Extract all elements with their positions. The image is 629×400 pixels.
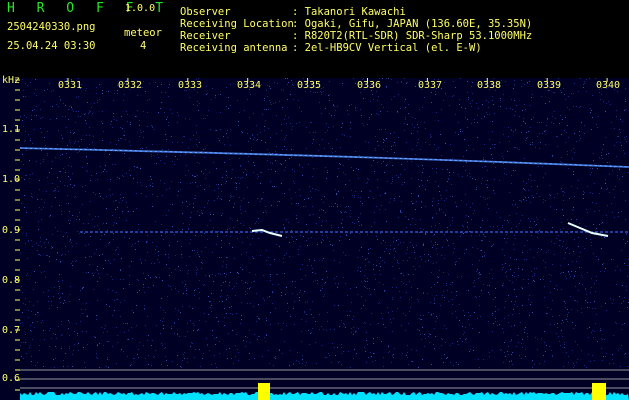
- info-value-receiver: : R820T2(RTL-SDR) SDR-Sharp 53.1000MHz: [292, 30, 533, 42]
- info-key-observer: Observer: [180, 6, 231, 18]
- x-tick-label: 0336: [357, 80, 382, 91]
- x-tick-label: 0339: [537, 80, 562, 91]
- x-tick-label: 0333: [178, 80, 203, 91]
- y-tick-label: 0.8: [2, 275, 21, 286]
- x-tick-label: 0338: [477, 80, 502, 91]
- x-tick-label: 0332: [118, 80, 143, 91]
- app-version: 1.0.0: [125, 3, 156, 14]
- meteor-echo-1: [251, 228, 283, 237]
- meteor-echo-2: [567, 222, 609, 237]
- file-name: 2504240330.png: [7, 21, 96, 33]
- meteor-label: meteor: [124, 27, 162, 39]
- x-tick-label: 0335: [297, 80, 322, 91]
- meteor-count: 4: [140, 40, 147, 52]
- info-key-location: Receiving Location: [180, 18, 294, 30]
- noise-field: [20, 78, 629, 368]
- spectrogram-waterfall: kHz 1.1 1.0 0.9 0.8 0.7 0.6 0331 0332 03…: [0, 75, 629, 400]
- peak-marker-2: [592, 383, 606, 400]
- info-value-location: : Ogaki, Gifu, JAPAN (136.60E, 35.35N): [292, 18, 533, 30]
- y-axis-unit: kHz: [2, 75, 21, 86]
- header-panel: H R O F F T 1.0.0 2504240330.png 25.04.2…: [0, 0, 629, 78]
- y-tick-label: 1.1: [2, 124, 21, 135]
- x-tick-label: 0331: [58, 80, 83, 91]
- info-value-observer: : Takanori Kawachi: [292, 6, 406, 18]
- info-key-receiver: Receiver: [180, 30, 231, 42]
- x-tick-label: 0334: [237, 80, 262, 91]
- peak-marker-1: [258, 383, 270, 400]
- x-tick-label: 0337: [418, 80, 443, 91]
- info-value-antenna: : 2el-HB9CV Vertical (el. E-W): [292, 42, 482, 54]
- x-tick-label: 0340: [596, 80, 621, 91]
- y-tick-label: 0.7: [2, 325, 21, 336]
- waterfall-canvas: [15, 78, 629, 400]
- y-tick-label: 0.6: [2, 373, 21, 384]
- carrier-signal-line: [19, 147, 629, 168]
- signal-strength-trace: [20, 392, 629, 400]
- file-datetime: 25.04.24 03:30: [7, 40, 96, 52]
- y-tick-label: 1.0: [2, 174, 21, 185]
- info-key-antenna: Receiving antenna: [180, 42, 288, 54]
- x-axis-ticks: [67, 78, 608, 82]
- y-tick-label: 0.9: [2, 225, 21, 236]
